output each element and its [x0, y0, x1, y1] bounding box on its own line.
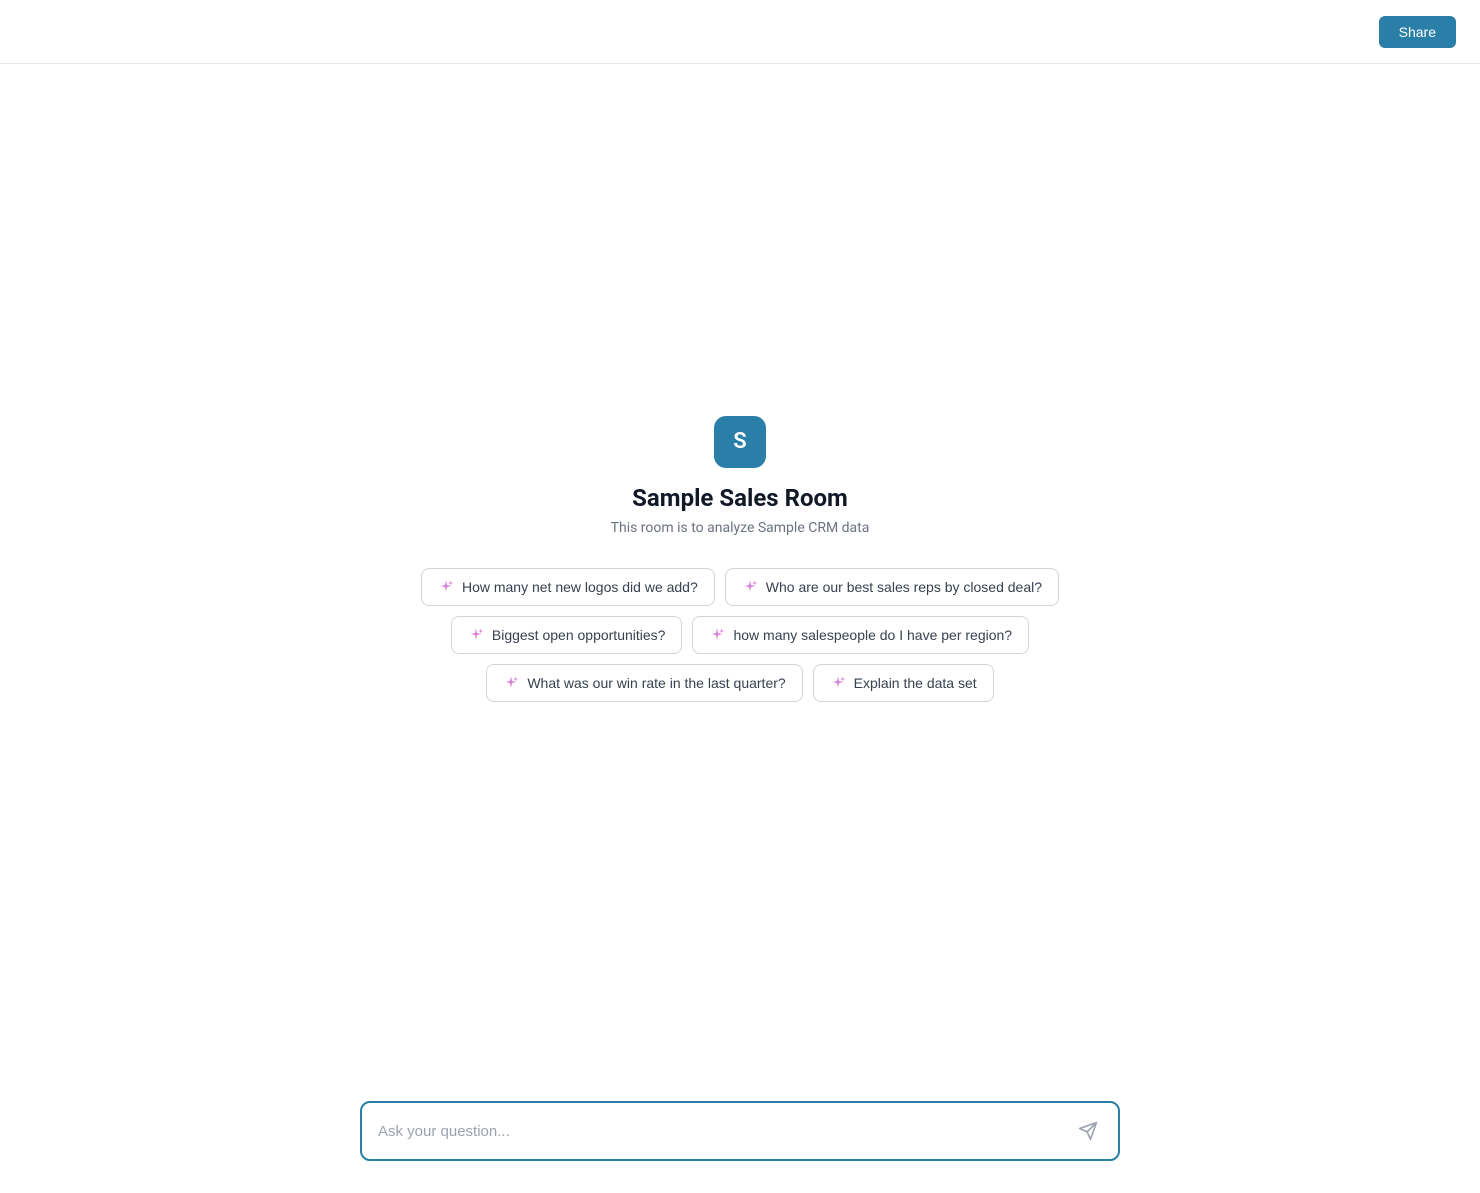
suggestions-row-2: Biggest open opportunities? how many sal…: [451, 616, 1029, 654]
suggestion-chip-1[interactable]: How many net new logos did we add?: [421, 568, 715, 606]
sparkle-icon-3: [468, 627, 484, 643]
room-icon: S: [714, 416, 766, 468]
question-input[interactable]: [378, 1123, 1074, 1140]
share-button[interactable]: Share: [1379, 16, 1456, 48]
bottom-input-bar: [360, 1101, 1120, 1161]
sparkle-icon-5: [503, 675, 519, 691]
suggestion-chip-2[interactable]: Who are our best sales reps by closed de…: [725, 568, 1059, 606]
send-button[interactable]: [1074, 1117, 1102, 1145]
input-container: [360, 1101, 1120, 1161]
suggestion-chip-3[interactable]: Biggest open opportunities?: [451, 616, 683, 654]
suggestions-row-3: What was our win rate in the last quarte…: [486, 664, 993, 702]
sparkle-icon-2: [742, 579, 758, 595]
suggestion-chip-5[interactable]: What was our win rate in the last quarte…: [486, 664, 802, 702]
sparkle-icon: [438, 579, 454, 595]
chip-4-label: how many salespeople do I have per regio…: [733, 627, 1012, 643]
chip-1-label: How many net new logos did we add?: [462, 579, 698, 595]
suggestions-container: How many net new logos did we add? Who a…: [421, 568, 1059, 702]
suggestions-row-1: How many net new logos did we add? Who a…: [421, 568, 1059, 606]
suggestion-chip-4[interactable]: how many salespeople do I have per regio…: [692, 616, 1029, 654]
chip-3-label: Biggest open opportunities?: [492, 627, 666, 643]
header: Share: [0, 0, 1480, 64]
room-title: Sample Sales Room: [632, 484, 848, 512]
send-icon: [1078, 1121, 1098, 1141]
room-subtitle: This room is to analyze Sample CRM data: [611, 520, 870, 536]
sparkle-icon-4: [709, 627, 725, 643]
sparkle-icon-6: [830, 675, 846, 691]
suggestion-chip-6[interactable]: Explain the data set: [813, 664, 994, 702]
chip-5-label: What was our win rate in the last quarte…: [527, 675, 785, 691]
chip-6-label: Explain the data set: [854, 675, 977, 691]
room-icon-letter: S: [733, 429, 746, 454]
chip-2-label: Who are our best sales reps by closed de…: [766, 579, 1042, 595]
main-content: S Sample Sales Room This room is to anal…: [0, 64, 1480, 1093]
